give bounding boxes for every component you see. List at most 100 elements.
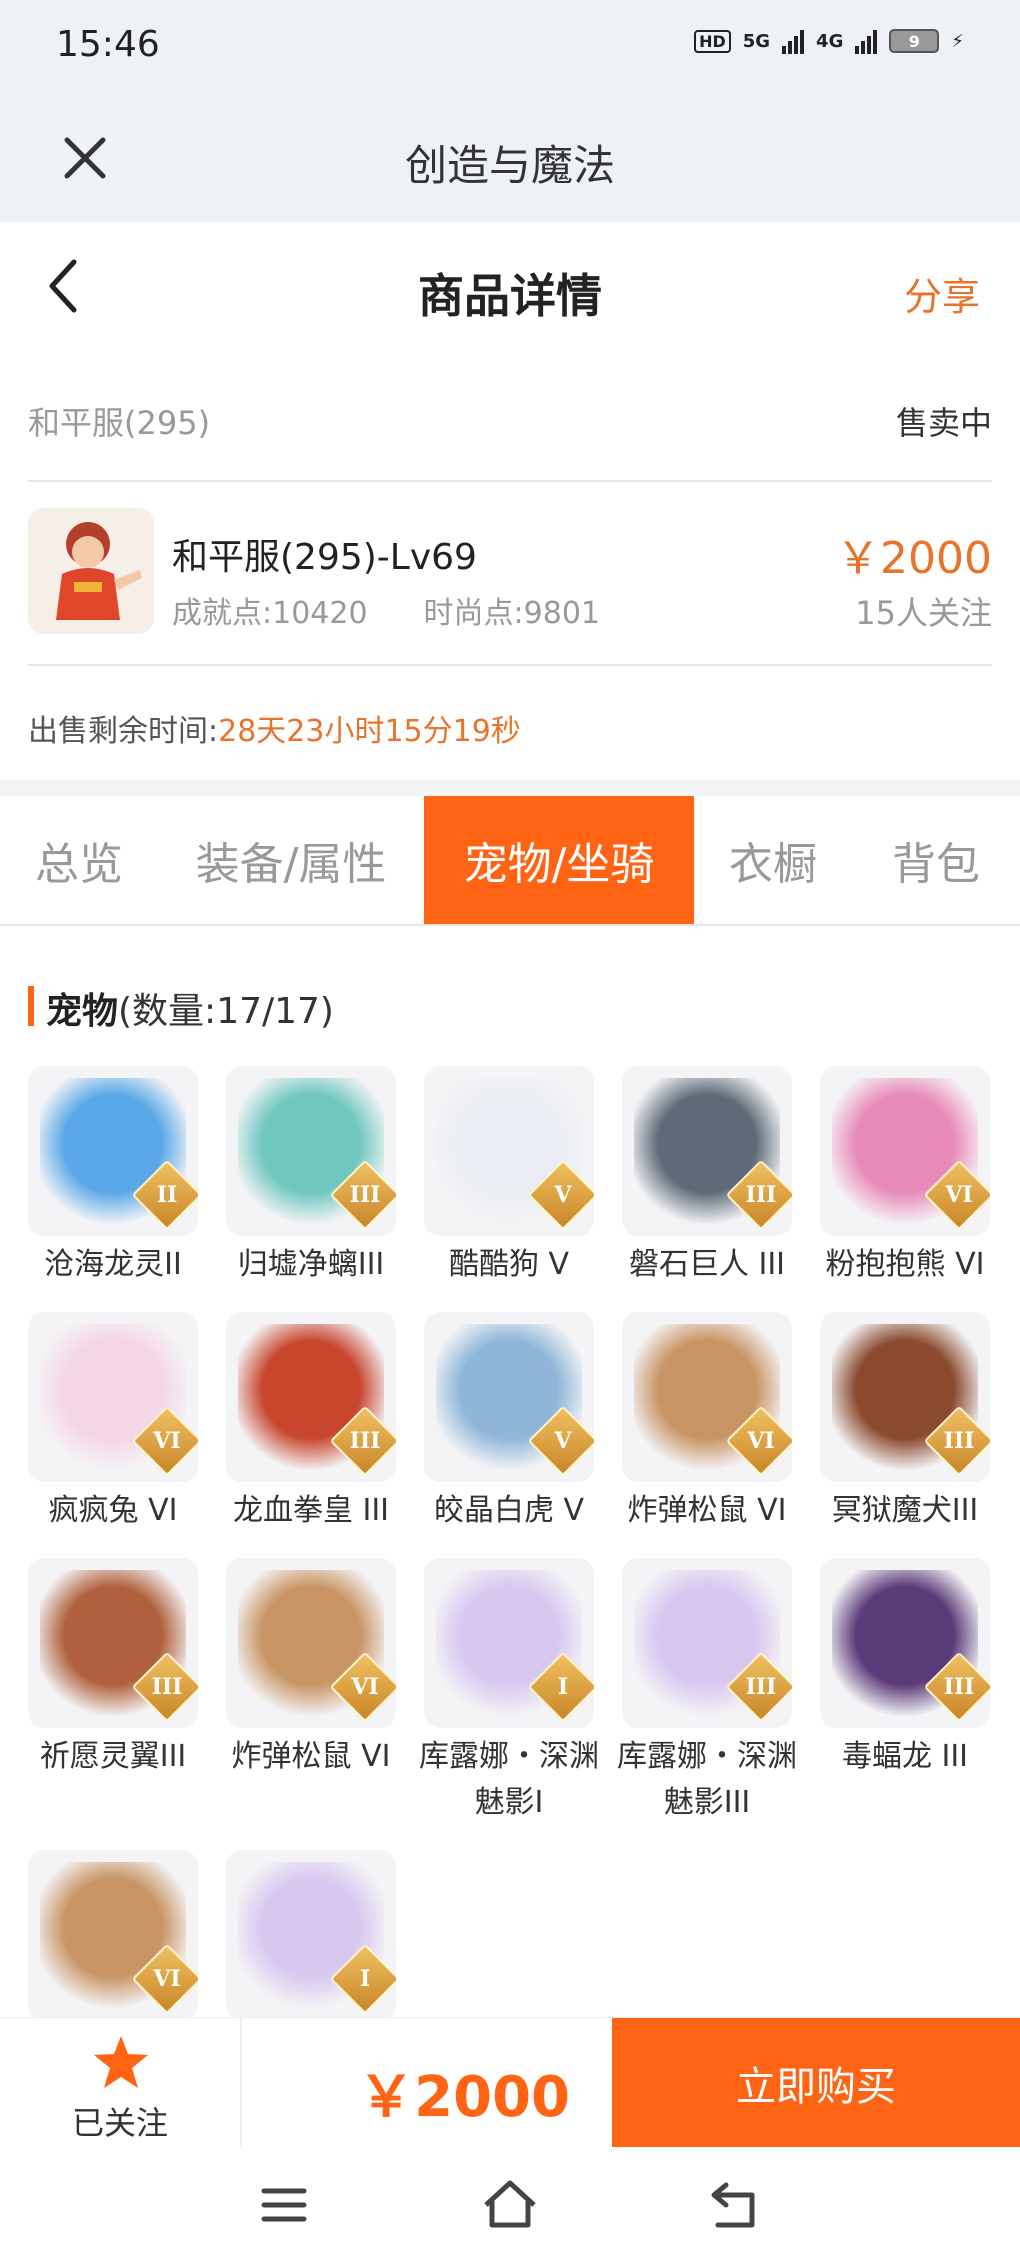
pet-card[interactable]: III 祈愿灵翼III	[28, 1558, 198, 1850]
bottom-action-bar: 已关注 ￥2000 立即购买	[0, 2017, 1020, 2148]
pet-image: V	[424, 1066, 594, 1236]
pet-image: VI	[28, 1312, 198, 1482]
pet-image: III	[622, 1558, 792, 1728]
pet-card[interactable]: VI 炸弹松鼠 VI	[226, 1558, 396, 1850]
grade-label: VI	[945, 1182, 973, 1208]
grade-label: VI	[153, 1428, 181, 1454]
page-header: 商品详情 分享	[0, 222, 1020, 354]
pet-card[interactable]: III 归墟净螭III	[226, 1066, 396, 1312]
sale-time-value: 28天23小时15分19秒	[218, 714, 521, 749]
pet-image: VI	[226, 1558, 396, 1728]
grade-label: I	[557, 1674, 569, 1700]
section-accent-bar	[28, 986, 34, 1026]
item-title: 和平服(295)-Lv69	[172, 537, 477, 578]
follow-label: 已关注	[71, 2104, 168, 2142]
tab-2[interactable]: 宠物/坐骑	[424, 796, 694, 924]
section-title-text: 宠物	[46, 991, 119, 1032]
pet-section-header: 宠物(数量:17/17)	[0, 926, 1020, 1066]
battery-icon: 9	[889, 29, 940, 53]
pet-card[interactable]: III 冥狱魔犬III	[820, 1312, 990, 1558]
pet-name: 粉抱抱熊 VI	[825, 1247, 985, 1282]
pet-name: 酷酷狗 V	[448, 1247, 570, 1282]
item-summary[interactable]: 和平服(295)-Lv69 成就点:10420 时尚点:9801 ￥2000 1…	[28, 482, 992, 666]
grade-label: II	[156, 1182, 178, 1208]
bottom-price: ￥2000	[358, 2065, 570, 2130]
pet-name: 库露娜・深渊魅影I	[419, 1739, 599, 1820]
network-4g-label: 4G	[816, 30, 844, 52]
grade-label: III	[349, 1182, 381, 1208]
pet-card[interactable]: VI 粉抱抱熊 VI	[820, 1066, 990, 1312]
status-time: 15:46	[56, 24, 160, 65]
pet-card[interactable]: V 酷酷狗 V	[424, 1066, 594, 1312]
pet-image: III	[820, 1312, 990, 1482]
grade-label: VI	[747, 1428, 775, 1454]
avatar	[28, 508, 154, 634]
fashion-points: 时尚点:9801	[423, 596, 601, 631]
pet-grid: II 沧海龙灵II III 归墟净螭III V 酷酷狗 V III 磐石巨人 III VI 粉抱抱…	[0, 1066, 1020, 2096]
pet-image: III	[820, 1558, 990, 1728]
status-icons: HD 5G 4G 9 ⚡	[694, 28, 964, 54]
pet-card[interactable]: III 磐石巨人 III	[622, 1066, 792, 1312]
pet-name: 库露娜・深渊魅影III	[617, 1739, 797, 1820]
menu-icon[interactable]	[254, 2175, 314, 2235]
app-bar: 创造与魔法	[0, 94, 1020, 222]
pet-name: 冥狱魔犬III	[831, 1493, 979, 1528]
grade-label: VI	[351, 1674, 379, 1700]
pet-name: 磐石巨人 III	[628, 1247, 786, 1282]
tab-4[interactable]: 背包	[852, 796, 1020, 924]
grade-label: III	[745, 1674, 777, 1700]
grade-label: III	[943, 1428, 975, 1454]
share-button[interactable]: 分享	[904, 266, 980, 321]
pet-card[interactable]: I 库露娜・深渊魅影I	[419, 1558, 599, 1850]
tab-0[interactable]: 总览	[0, 796, 158, 924]
pet-name: 炸弹松鼠 VI	[627, 1493, 787, 1528]
pet-image: VI	[622, 1312, 792, 1482]
account-row: 和平服(295) 售卖中	[28, 354, 992, 482]
back-icon[interactable]	[706, 2175, 766, 2235]
sale-time-label: 出售剩余时间:	[28, 714, 219, 749]
tab-bar: 总览 装备/属性 宠物/坐骑 衣橱 背包	[0, 796, 1020, 926]
section-count: (数量:17/17)	[118, 991, 334, 1032]
pet-card[interactable]: V 皎晶白虎 V	[424, 1312, 594, 1558]
app-title: 创造与魔法	[404, 141, 615, 190]
buy-now-button[interactable]: 立即购买	[612, 2018, 1020, 2148]
pet-card[interactable]: VI 炸弹松鼠 VI	[622, 1312, 792, 1558]
signal-icon	[782, 28, 805, 54]
pet-image: I	[226, 1850, 396, 2020]
grade-label: I	[359, 1966, 371, 1992]
home-icon[interactable]	[480, 2175, 540, 2235]
pet-card[interactable]: II 沧海龙灵II	[28, 1066, 198, 1312]
network-5g-label: 5G	[742, 30, 771, 52]
status-bar: 15:46 HD 5G 4G 9 ⚡	[0, 0, 1020, 94]
achievement-points: 成就点:10420	[172, 596, 368, 631]
pet-image: III	[226, 1066, 396, 1236]
page-title: 商品详情	[418, 269, 602, 323]
pet-name: 疯疯兔 VI	[48, 1493, 178, 1528]
pet-image: II	[28, 1066, 198, 1236]
follower-count: 15人关注	[855, 594, 992, 632]
pet-name: 毒蝠龙 III	[841, 1739, 969, 1774]
battery-level: 9	[908, 31, 920, 51]
grade-label: III	[349, 1428, 381, 1454]
pet-card[interactable]: III 毒蝠龙 III	[820, 1558, 990, 1850]
pet-image: III	[28, 1558, 198, 1728]
tab-1[interactable]: 装备/属性	[158, 796, 424, 924]
pet-card[interactable]: III 龙血拳皇 III	[226, 1312, 396, 1558]
pet-name: 归墟净螭III	[237, 1247, 385, 1282]
pet-name: 皎晶白虎 V	[433, 1493, 585, 1528]
charging-icon: ⚡	[951, 30, 964, 52]
follow-button[interactable]: 已关注	[0, 2018, 242, 2148]
pet-name: 炸弹松鼠 VI	[231, 1739, 391, 1774]
pet-image: VI	[820, 1066, 990, 1236]
section-title: 宠物(数量:17/17)	[46, 982, 334, 1034]
status-badge: 售卖中	[895, 404, 992, 442]
pet-card[interactable]: VI 疯疯兔 VI	[28, 1312, 198, 1558]
divider	[0, 780, 1020, 796]
star-icon	[94, 2036, 148, 2088]
pet-name: 祈愿灵翼III	[39, 1739, 187, 1774]
grade-label: III	[151, 1674, 183, 1700]
tab-3[interactable]: 衣橱	[694, 796, 852, 924]
pet-card[interactable]: III 库露娜・深渊魅影III	[617, 1558, 797, 1850]
pet-image: III	[622, 1066, 792, 1236]
pet-image: I	[424, 1558, 594, 1728]
